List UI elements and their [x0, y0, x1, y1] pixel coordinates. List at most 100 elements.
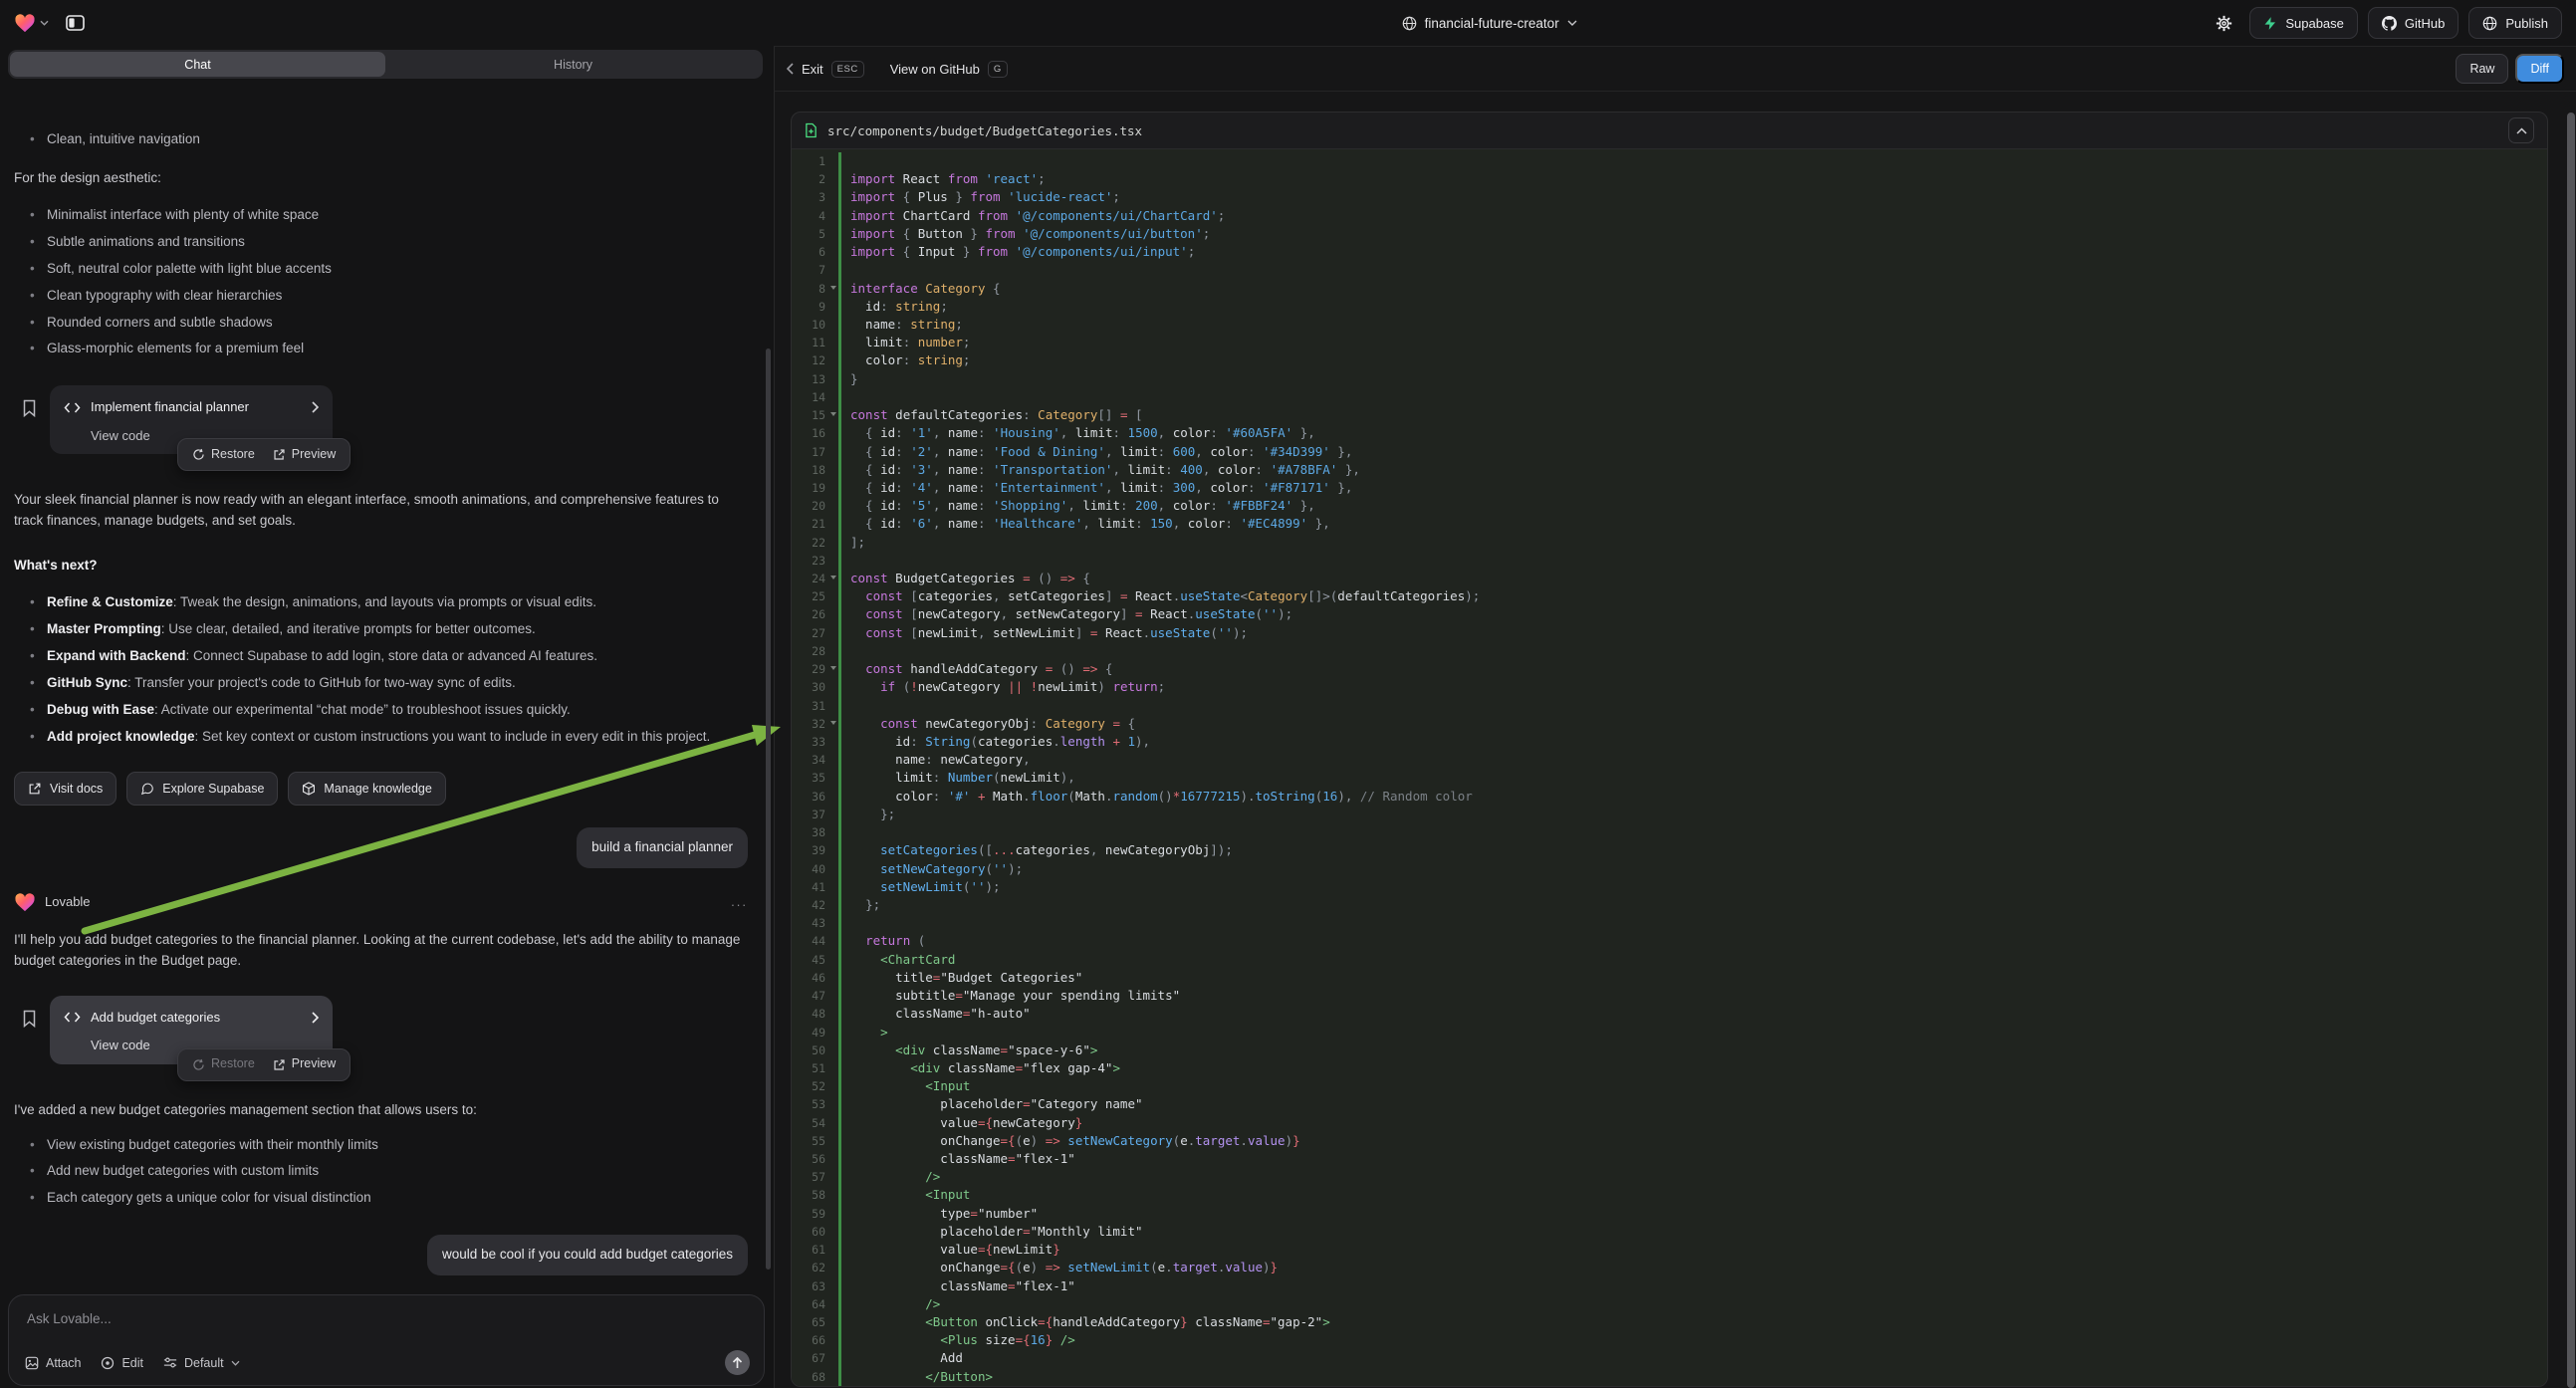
- code-line: 32 const newCategoryObj: Category = {: [792, 715, 2547, 733]
- version-card-add-budget-categories[interactable]: Add budget categories View code Restore …: [50, 996, 333, 1064]
- assistant-paragraph: For the design aesthetic:: [14, 168, 748, 189]
- project-name: financial-future-creator: [1425, 16, 1559, 31]
- code-line: 58 <Input: [792, 1186, 2547, 1204]
- fold-chevron-icon[interactable]: [830, 576, 836, 579]
- design-bullet-list: Clean, intuitive navigation: [14, 129, 748, 150]
- list-item: Subtle animations and transitions: [47, 232, 748, 253]
- code-line: 67 Add: [792, 1349, 2547, 1367]
- supabase-button[interactable]: Supabase: [2249, 7, 2358, 39]
- fold-chevron-icon[interactable]: [830, 412, 836, 416]
- assistant-name: Lovable: [45, 892, 91, 912]
- code-line: 46 title="Budget Categories": [792, 969, 2547, 987]
- fold-chevron-icon[interactable]: [830, 666, 836, 670]
- explore-supabase-button[interactable]: Explore Supabase: [126, 772, 278, 806]
- edit-mode-button[interactable]: Edit: [101, 1356, 143, 1370]
- raw-toggle-button[interactable]: Raw: [2456, 54, 2508, 84]
- bookmark-icon[interactable]: [22, 1010, 37, 1028]
- code-scrollbar[interactable]: [2567, 113, 2575, 1388]
- restore-button[interactable]: Restore: [192, 1054, 255, 1073]
- list-item: Soft, neutral color palette with light b…: [47, 259, 748, 280]
- view-on-github-button[interactable]: View on GitHub G: [890, 61, 1008, 78]
- settings-button[interactable]: [2208, 7, 2239, 39]
- bookmark-icon[interactable]: [22, 399, 37, 417]
- chat-history-tabs: Chat History: [8, 50, 763, 79]
- restore-icon: [192, 1058, 205, 1071]
- message-menu-button[interactable]: ...: [731, 892, 748, 912]
- code-line: 26 const [newCategory, setNewCategory] =…: [792, 605, 2547, 623]
- code-line: 4import ChartCard from '@/components/ui/…: [792, 207, 2547, 225]
- esc-key-badge: ESC: [831, 61, 864, 78]
- code-line: 47 subtitle="Manage your spending limits…: [792, 987, 2547, 1005]
- restore-button[interactable]: Restore: [192, 445, 255, 464]
- arrow-up-icon: [732, 1357, 743, 1369]
- code-line: 36 color: '#' + Math.floor(Math.random()…: [792, 788, 2547, 806]
- code-line: 17 { id: '2', name: 'Food & Dining', lim…: [792, 443, 2547, 461]
- code-line: 65 <Button onClick={handleAddCategory} c…: [792, 1313, 2547, 1331]
- suggestion-chips: Visit docs Explore Supabase Manage knowl…: [14, 772, 748, 806]
- chevron-right-icon: [312, 401, 319, 413]
- code-line: 8interface Category {: [792, 280, 2547, 298]
- code-line: 31: [792, 697, 2547, 715]
- project-switcher[interactable]: financial-future-creator: [771, 16, 2208, 31]
- code-line: 49 >: [792, 1024, 2547, 1041]
- chat-composer[interactable]: Ask Lovable... Attach Edit Default: [8, 1294, 765, 1386]
- code-line: 39 setCategories([...categories, newCate…: [792, 841, 2547, 859]
- collapse-file-button[interactable]: [2508, 117, 2534, 143]
- visit-docs-button[interactable]: Visit docs: [14, 772, 117, 806]
- exit-button[interactable]: Exit ESC: [787, 61, 864, 78]
- code-line: 54 value={newCategory}: [792, 1114, 2547, 1132]
- assistant-paragraph: I'll help you add budget categories to t…: [14, 930, 748, 972]
- diff-toggle-button[interactable]: Diff: [2515, 54, 2564, 84]
- code-panel: Exit ESC View on GitHub G Raw Diff src/c…: [774, 46, 2576, 1388]
- code-line: 27 const [newLimit, setNewLimit] = React…: [792, 624, 2547, 642]
- file-card-header[interactable]: src/components/budget/BudgetCategories.t…: [792, 113, 2547, 149]
- list-item: Refine & Customize: Tweak the design, an…: [47, 592, 748, 613]
- preview-button[interactable]: Preview: [273, 1054, 336, 1073]
- code-line: 29 const handleAddCategory = () => {: [792, 660, 2547, 678]
- tab-chat[interactable]: Chat: [10, 52, 385, 77]
- code-line: 64 />: [792, 1295, 2547, 1313]
- list-item: GitHub Sync: Transfer your project's cod…: [47, 673, 748, 694]
- attach-button[interactable]: Attach: [25, 1356, 81, 1370]
- fold-chevron-icon[interactable]: [830, 286, 836, 290]
- code-line: 7: [792, 261, 2547, 279]
- version-card-implement-financial-planner[interactable]: Implement financial planner View code Re…: [50, 385, 333, 454]
- chevron-down-icon: [40, 20, 49, 26]
- model-selector[interactable]: Default: [163, 1356, 240, 1370]
- code-line: 57 />: [792, 1168, 2547, 1186]
- code-line: 24const BudgetCategories = () => {: [792, 570, 2547, 587]
- top-bar: financial-future-creator Supabase GitHub: [0, 0, 2576, 46]
- package-icon: [302, 782, 316, 796]
- gear-icon: [2216, 15, 2232, 32]
- list-item: View existing budget categories with the…: [47, 1135, 748, 1156]
- list-item: Add project knowledge: Set key context o…: [47, 727, 748, 748]
- globe-icon: [2482, 16, 2497, 31]
- file-diff-card: src/components/budget/BudgetCategories.t…: [791, 112, 2548, 1387]
- chat-message-list[interactable]: Clean, intuitive navigation For the desi…: [0, 84, 766, 1292]
- github-button[interactable]: GitHub: [2368, 7, 2459, 39]
- chat-scrollbar[interactable]: [766, 348, 771, 1270]
- publish-button[interactable]: Publish: [2468, 7, 2562, 39]
- version-title: Implement financial planner: [91, 397, 302, 417]
- code-line: 22];: [792, 534, 2547, 552]
- list-item: Minimalist interface with plenty of whit…: [47, 205, 748, 226]
- sidebar-toggle-icon[interactable]: [59, 7, 91, 39]
- supabase-icon: [2263, 16, 2277, 31]
- g-key-badge: G: [988, 61, 1008, 78]
- code-line: 14: [792, 388, 2547, 406]
- list-item: Each category gets a unique color for vi…: [47, 1188, 748, 1209]
- file-added-icon: [805, 122, 818, 138]
- fold-chevron-icon[interactable]: [830, 721, 836, 725]
- send-button[interactable]: [725, 1350, 750, 1375]
- manage-knowledge-button[interactable]: Manage knowledge: [288, 772, 445, 806]
- code-line: 1: [792, 152, 2547, 170]
- composer-placeholder: Ask Lovable...: [27, 1311, 746, 1326]
- tab-history[interactable]: History: [385, 52, 761, 77]
- user-message: would be cool if you could add budget ca…: [427, 1235, 748, 1275]
- code-editor[interactable]: 12import React from 'react';3import { Pl…: [792, 149, 2547, 1386]
- lovable-logo-icon[interactable]: [14, 13, 49, 33]
- code-line: 53 placeholder="Category name": [792, 1095, 2547, 1113]
- sliders-icon: [163, 1356, 177, 1369]
- code-line: 9 id: string;: [792, 298, 2547, 316]
- preview-button[interactable]: Preview: [273, 445, 336, 464]
